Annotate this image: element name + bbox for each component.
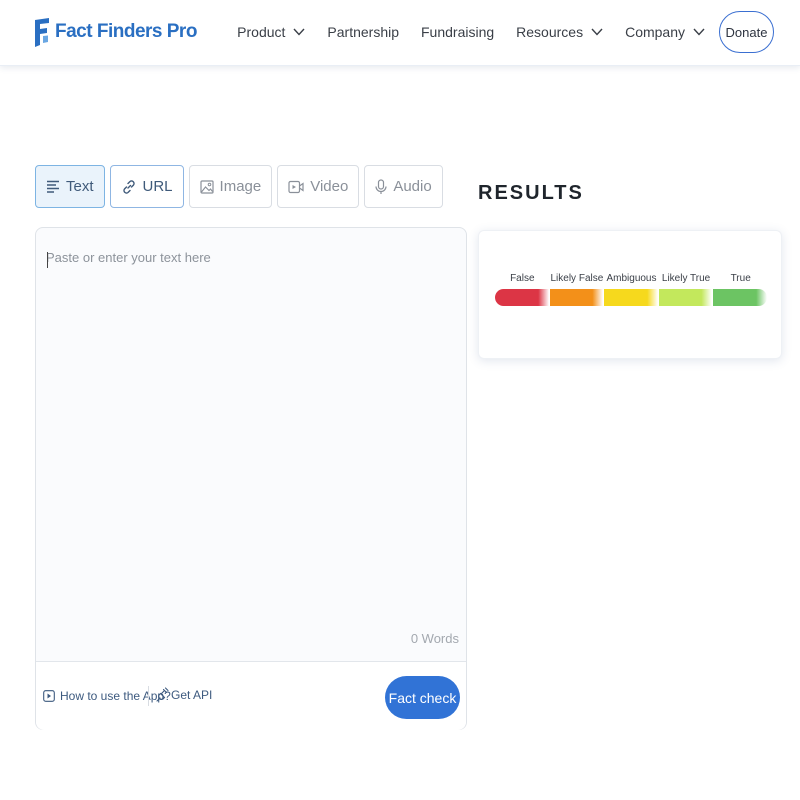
logo[interactable]: Fact Finders Pro	[34, 16, 197, 48]
verdict-label-likely-false: Likely False	[550, 273, 604, 284]
tab-label: Audio	[393, 178, 432, 195]
verdict-bar-ambiguous	[604, 289, 658, 306]
verdict-scale-labels: False Likely False Ambiguous Likely True…	[495, 273, 768, 284]
verdict-scale-bars	[495, 289, 768, 306]
verdict-scale: False Likely False Ambiguous Likely True…	[495, 273, 768, 306]
nav-item-label: Company	[625, 24, 685, 40]
text-lines-icon	[47, 180, 59, 193]
results-card: False Likely False Ambiguous Likely True…	[478, 230, 782, 359]
microphone-icon	[375, 178, 387, 194]
footer-divider	[148, 686, 149, 706]
text-input[interactable]	[46, 250, 456, 630]
verdict-bar-true	[713, 289, 767, 306]
donate-button[interactable]: Donate	[719, 11, 774, 53]
main-nav: Product Partnership Fundraising Resource…	[237, 11, 774, 53]
tab-label: Text	[66, 178, 94, 195]
nav-item-label: Product	[237, 24, 286, 40]
nav-item-label: Resources	[516, 24, 584, 40]
fact-check-button[interactable]: Fact check	[385, 676, 460, 719]
nav-item-fundraising[interactable]: Fundraising	[421, 24, 494, 40]
verdict-label-likely-true: Likely True	[661, 273, 711, 284]
tab-url[interactable]: URL	[109, 165, 184, 208]
video-icon	[288, 180, 304, 193]
nav-item-label: Fundraising	[421, 24, 495, 40]
tab-video[interactable]: Video	[277, 165, 360, 208]
panel-footer: How to use the App? Get API Fact check	[36, 661, 466, 730]
link-icon	[122, 179, 135, 194]
nav-item-product[interactable]: Product	[237, 24, 305, 40]
top-navbar: Fact Finders Pro Product Partnership Fun…	[0, 0, 800, 66]
verdict-label-false: False	[510, 273, 535, 284]
get-api-link[interactable]: Get API	[155, 687, 212, 703]
tab-text[interactable]: Text	[35, 165, 105, 208]
brand-name: Fact Finders Pro	[55, 21, 197, 42]
chevron-down-icon	[693, 28, 705, 36]
nav-item-company[interactable]: Company	[625, 24, 705, 40]
results-heading: RESULTS	[478, 182, 584, 204]
text-cursor	[47, 252, 48, 268]
tab-label: Image	[219, 178, 262, 195]
play-icon	[43, 690, 55, 702]
tab-label: Video	[310, 178, 349, 195]
how-to-use-link[interactable]: How to use the App?	[43, 689, 171, 703]
plug-icon	[156, 687, 169, 702]
word-count: 0 Words	[410, 631, 459, 646]
verdict-bar-false	[495, 289, 549, 306]
tab-audio[interactable]: Audio	[364, 165, 443, 208]
input-type-tabs: Text URL Image Video Audio	[35, 165, 448, 208]
get-api-label: Get API	[171, 688, 213, 702]
verdict-bar-likely-false	[549, 289, 604, 306]
verdict-bar-likely-true	[658, 289, 713, 306]
chevron-down-icon	[591, 28, 603, 36]
tab-image[interactable]: Image	[188, 165, 273, 208]
nav-item-partnership[interactable]: Partnership	[327, 24, 399, 40]
logo-icon	[35, 17, 49, 47]
chevron-down-icon	[293, 28, 305, 36]
verdict-label-true: True	[730, 273, 751, 284]
text-input-panel: 0 Words How to use the App? Get API Fact…	[35, 227, 467, 730]
nav-item-label: Partnership	[327, 24, 399, 40]
image-icon	[199, 179, 214, 194]
verdict-label-ambiguous: Ambiguous	[606, 273, 657, 284]
nav-item-resources[interactable]: Resources	[516, 24, 603, 40]
tab-label: URL	[142, 178, 173, 195]
